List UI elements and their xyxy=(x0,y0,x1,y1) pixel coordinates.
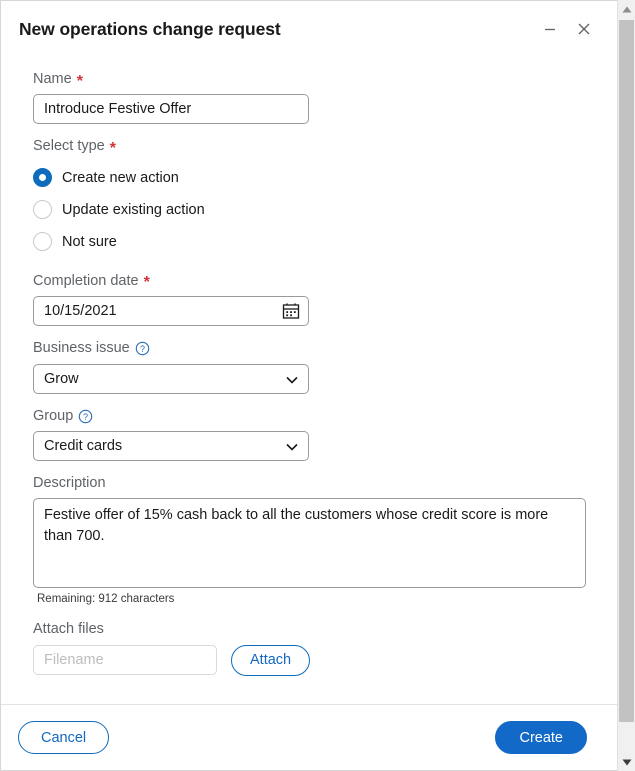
business-issue-select[interactable]: Grow xyxy=(33,363,309,394)
svg-text:?: ? xyxy=(83,412,88,422)
completion-date-label-row: Completion date * xyxy=(33,272,589,292)
field-group: Group ? Credit cards xyxy=(33,408,589,461)
completion-date-required-marker: * xyxy=(143,274,150,292)
select-type-label: Select type xyxy=(33,138,105,155)
select-type-required-marker: * xyxy=(109,140,116,158)
attach-files-label-row: Attach files xyxy=(33,621,589,638)
business-issue-value: Grow xyxy=(44,370,79,387)
dialog-footer: Cancel Create xyxy=(1,704,617,770)
title-bar: New operations change request xyxy=(1,1,617,57)
attach-files-label: Attach files xyxy=(33,621,104,638)
group-select[interactable]: Credit cards xyxy=(33,430,309,461)
description-label: Description xyxy=(33,474,106,491)
name-label-row: Name * xyxy=(33,71,589,90)
close-button[interactable] xyxy=(567,12,601,46)
dialog-body: New operations change request Name * Int… xyxy=(0,0,617,771)
radio-not-sure[interactable]: Not sure xyxy=(33,226,589,258)
radio-mark-icon xyxy=(33,200,52,220)
name-required-marker: * xyxy=(76,72,83,90)
description-label-row: Description xyxy=(33,475,589,492)
radio-mark-icon xyxy=(33,232,52,252)
calendar-icon[interactable] xyxy=(282,302,300,320)
scroll-up-arrow-icon[interactable] xyxy=(618,0,635,18)
name-label: Name xyxy=(33,71,72,87)
radio-mark-icon xyxy=(33,168,52,188)
business-issue-label-row: Business issue ? xyxy=(33,340,589,357)
business-issue-wrapper: Grow xyxy=(33,363,309,394)
help-circle-icon[interactable]: ? xyxy=(135,341,150,356)
completion-date-input[interactable] xyxy=(33,296,309,327)
group-label-row: Group ? xyxy=(33,408,589,425)
business-issue-label: Business issue xyxy=(33,340,130,357)
scrollbar-track[interactable] xyxy=(618,18,635,753)
close-icon xyxy=(575,20,593,38)
remaining-characters-text: Remaining: 912 characters xyxy=(37,593,175,606)
completion-date-label: Completion date xyxy=(33,272,139,289)
attach-button[interactable]: Attach xyxy=(231,644,311,676)
radio-label: Update existing action xyxy=(62,201,205,218)
radio-label: Not sure xyxy=(62,233,117,250)
scrollbar-thumb[interactable] xyxy=(619,20,634,722)
field-description: Description xyxy=(33,475,589,589)
field-business-issue: Business issue ? Grow xyxy=(33,340,589,394)
field-name: Name * xyxy=(33,71,589,125)
group-wrapper: Credit cards xyxy=(33,430,309,461)
select-type-radio-group: Create new action Update existing action… xyxy=(33,162,589,258)
cancel-button[interactable]: Cancel xyxy=(18,721,110,754)
dialog-window: New operations change request Name * Int… xyxy=(0,0,635,771)
select-type-label-row: Select type * xyxy=(33,138,589,158)
field-select-type: Select type * Create new action Update e… xyxy=(33,138,589,257)
group-value: Credit cards xyxy=(44,437,123,454)
help-circle-icon[interactable]: ? xyxy=(78,409,93,424)
svg-text:?: ? xyxy=(140,344,145,354)
name-input[interactable] xyxy=(33,94,309,125)
filename-input[interactable] xyxy=(33,645,217,676)
completion-date-wrapper xyxy=(33,296,309,327)
field-completion-date: Completion date * xyxy=(33,272,589,327)
radio-label: Create new action xyxy=(62,169,179,186)
vertical-scrollbar[interactable] xyxy=(617,0,635,771)
description-textarea[interactable] xyxy=(33,498,586,589)
group-label: Group xyxy=(33,407,74,424)
minimize-button[interactable] xyxy=(533,12,567,46)
dialog-title: New operations change request xyxy=(19,18,281,39)
form-content: Name * Select type * Create new action xyxy=(1,57,617,704)
attach-files-row: Attach xyxy=(33,644,589,676)
minimize-icon xyxy=(542,21,558,37)
field-attach-files: Attach files Attach xyxy=(33,621,589,676)
create-button[interactable]: Create xyxy=(495,721,587,754)
scroll-down-arrow-icon[interactable] xyxy=(618,753,635,771)
radio-create-new-action[interactable]: Create new action xyxy=(33,162,589,194)
radio-update-existing-action[interactable]: Update existing action xyxy=(33,194,589,226)
